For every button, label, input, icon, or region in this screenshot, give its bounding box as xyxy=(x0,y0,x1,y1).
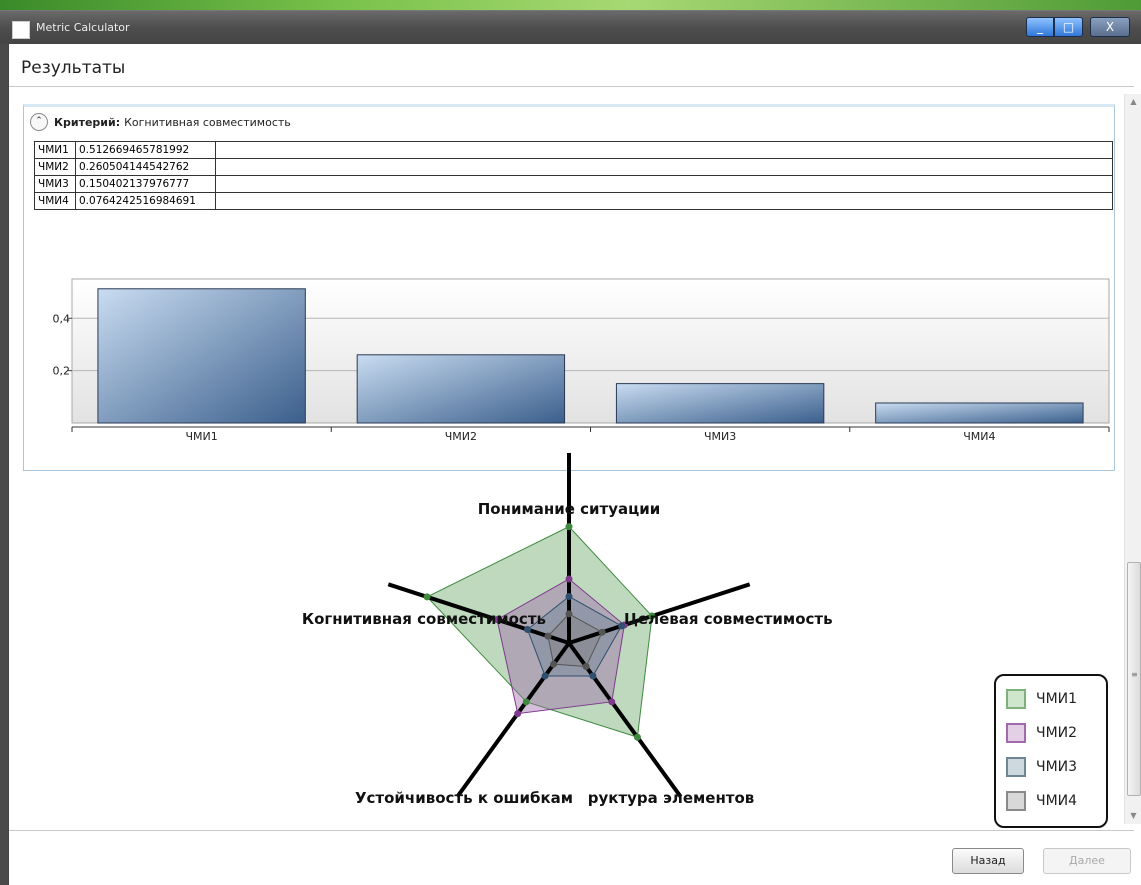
radar-marker xyxy=(565,610,573,618)
legend-item: ЧМИ4 xyxy=(1006,790,1077,812)
legend-label: ЧМИ3 xyxy=(1036,759,1078,775)
legend-swatch xyxy=(1006,757,1026,777)
radar-marker xyxy=(565,523,573,531)
close-button[interactable]: X xyxy=(1090,17,1130,37)
maximize-button[interactable]: □ xyxy=(1054,17,1083,37)
radar-marker xyxy=(589,672,597,680)
radar-marker xyxy=(514,710,522,718)
radar-axis-label: Когнитивная совместимость xyxy=(302,610,546,628)
app-icon xyxy=(12,21,30,39)
radar-marker xyxy=(608,698,616,706)
radar-marker xyxy=(565,575,573,583)
radar-axis-label: руктура элементов xyxy=(588,789,755,807)
legend-swatch xyxy=(1006,791,1026,811)
window-left-border xyxy=(0,44,8,885)
radar-marker xyxy=(550,660,558,668)
radar-axis-label: Целевая совместимость xyxy=(624,610,833,628)
scroll-thumb[interactable]: ≡ xyxy=(1127,562,1141,796)
window-titlebar[interactable]: Metric Calculator _ □ X xyxy=(0,10,1141,45)
legend-item: ЧМИ1 xyxy=(1006,688,1077,710)
radar-chart: Понимание ситуации Целевая совместимость р… xyxy=(302,453,833,807)
window-title: Metric Calculator xyxy=(36,21,130,34)
radar-marker xyxy=(582,663,590,671)
next-button[interactable]: Далее xyxy=(1043,848,1131,874)
scroll-down-icon[interactable]: ▼ xyxy=(1125,808,1141,824)
chart-legend: ЧМИ1 ЧМИ2 ЧМИ3 ЧМИ4 xyxy=(994,674,1108,828)
radar-axis-label: Понимание ситуации xyxy=(478,500,661,518)
radar-marker xyxy=(598,628,606,636)
footer-divider xyxy=(9,830,1134,831)
results-window: Результаты ⌃ Критерий: Когнитивная совме… xyxy=(8,44,1141,885)
legend-item: ЧМИ2 xyxy=(1006,722,1077,744)
radar-marker xyxy=(423,593,431,601)
vertical-scrollbar[interactable]: ▲ ≡ ▼ xyxy=(1124,94,1141,824)
scroll-up-icon[interactable]: ▲ xyxy=(1125,94,1141,110)
legend-label: ЧМИ4 xyxy=(1036,793,1078,809)
legend-label: ЧМИ2 xyxy=(1036,725,1078,741)
grip-icon: ≡ xyxy=(1131,670,1138,679)
legend-swatch xyxy=(1006,723,1026,743)
radar-marker xyxy=(522,698,530,706)
radar-marker xyxy=(541,672,549,680)
radar-marker xyxy=(565,592,573,600)
minimize-button[interactable]: _ xyxy=(1026,17,1054,37)
back-button[interactable]: Назад xyxy=(952,848,1024,874)
radar-axis-label: Устойчивость к ошибкам xyxy=(355,789,573,807)
legend-swatch xyxy=(1006,689,1026,709)
radar-marker xyxy=(544,632,552,640)
radar-marker xyxy=(633,733,641,741)
legend-item: ЧМИ3 xyxy=(1006,756,1077,778)
legend-label: ЧМИ1 xyxy=(1036,691,1078,707)
